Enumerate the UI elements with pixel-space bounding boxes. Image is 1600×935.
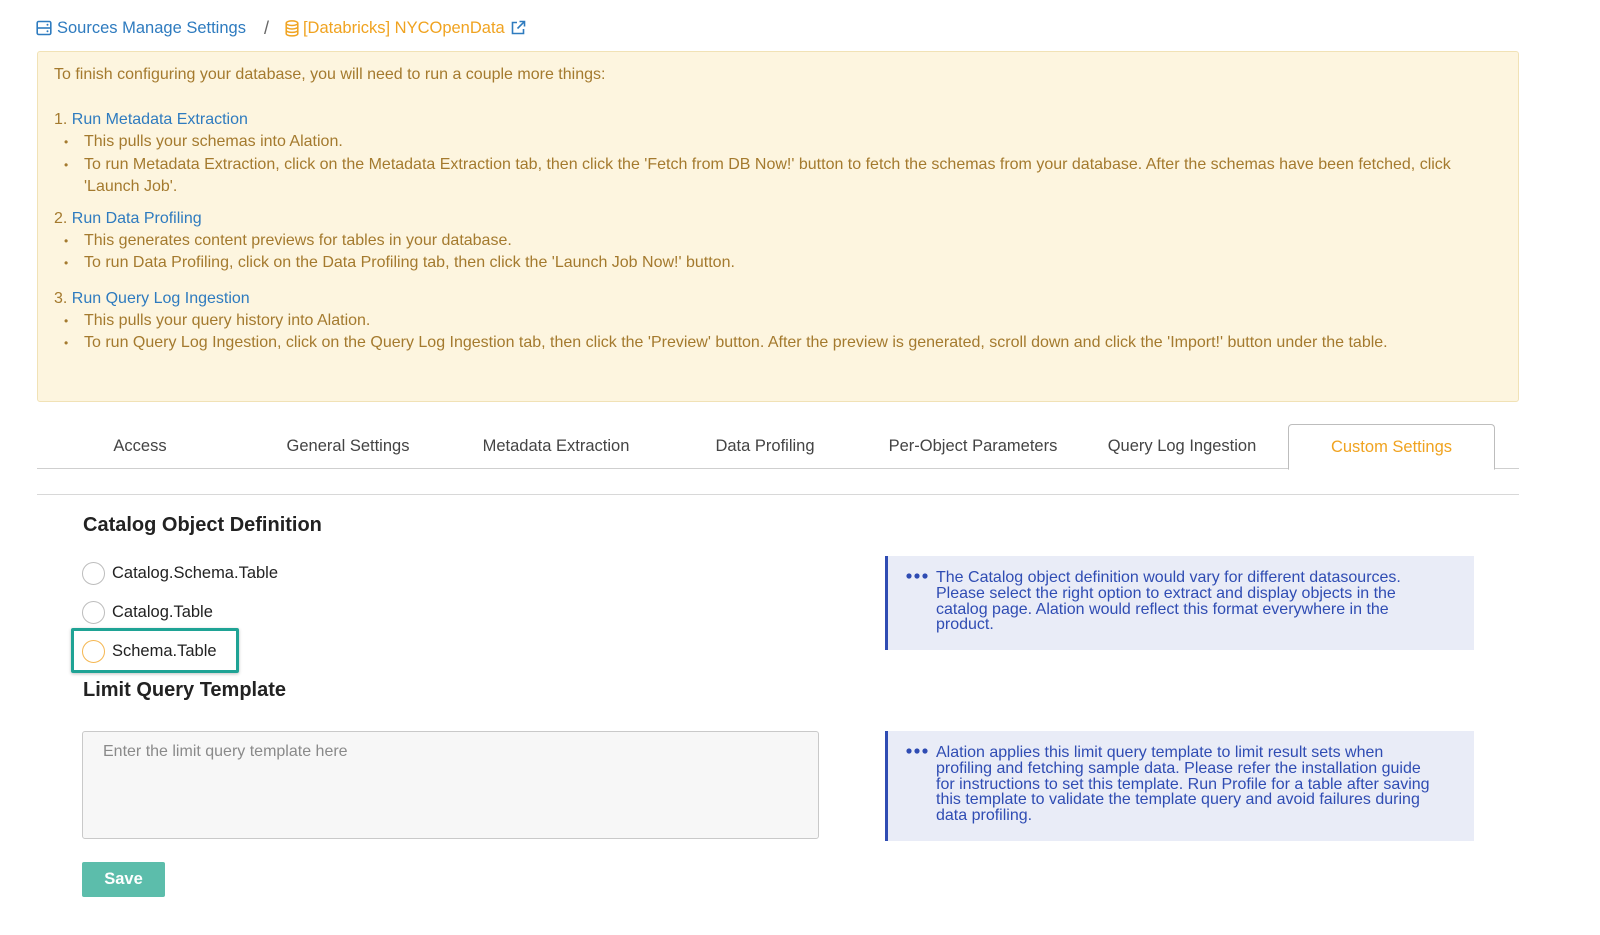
limit-help-text: Alation applies this limit query templat… [936,744,1430,825]
catalog-object-definition-title: Catalog Object Definition [83,514,322,536]
option-catalog-schema-table[interactable]: Catalog.Schema.Table [82,561,278,585]
breadcrumb-sources-link[interactable]: Sources Manage Settings [36,19,246,38]
breadcrumb-current: [Databricks] NYCOpenData [285,19,526,38]
tab-custom-settings[interactable]: Custom Settings [1288,424,1495,470]
list-item: This pulls your schemas into Alation. [54,131,1502,154]
banner-intro: To finish configuring your database, you… [54,66,606,83]
list-item: This generates content previews for tabl… [54,230,1502,253]
breadcrumb-separator: / [263,17,269,38]
option-label: Catalog.Table [112,602,213,621]
ellipsis-icon [906,747,928,755]
step-number: 2. [54,209,68,227]
list-item: To run Metadata Extraction, click on the… [54,154,1502,199]
tab-query-log-ingestion[interactable]: Query Log Ingestion [1092,424,1272,469]
tab-data-profiling[interactable]: Data Profiling [680,424,850,469]
tab-general-settings[interactable]: General Settings [263,424,433,469]
tab-access[interactable]: Access [55,424,225,469]
list-item: This pulls your query history into Alati… [54,310,1502,333]
catalog-help-note: The Catalog object definition would vary… [885,556,1474,650]
limit-query-template-title: Limit Query Template [83,679,287,701]
run-metadata-extraction-link[interactable]: Run Metadata Extraction [72,111,248,128]
ellipsis-icon [906,572,928,580]
step-number: 3. [54,289,68,307]
limit-help-note: Alation applies this limit query templat… [885,731,1474,841]
option-label: Catalog.Schema.Table [112,563,279,582]
tab-metadata-extraction[interactable]: Metadata Extraction [471,424,641,469]
step-data-profiling: 2. Run Data Profiling This generates con… [54,207,1502,275]
external-link-icon[interactable] [510,20,526,36]
list-item: To run Data Profiling, click on the Data… [54,252,1502,275]
server-icon [36,20,52,36]
catalog-help-text: The Catalog object definition would vary… [936,569,1401,634]
settings-tabs: Access General Settings Metadata Extract… [37,424,1519,470]
step-metadata-extraction: 1. Run Metadata Extraction This pulls yo… [54,108,1502,199]
option-catalog-table[interactable]: Catalog.Table [82,600,213,624]
list-item: To run Query Log Ingestion, click on the… [54,332,1502,355]
radio-button[interactable] [82,561,105,585]
run-query-log-ingestion-link[interactable]: Run Query Log Ingestion [72,290,250,307]
breadcrumb-parent-label: Sources Manage Settings [57,18,246,37]
limit-query-template-input[interactable] [82,731,819,839]
breadcrumb: Sources Manage Settings / [Databricks] N… [36,17,526,39]
database-icon [285,19,299,37]
step-query-log-ingestion: 3. Run Query Log Ingestion This pulls yo… [54,287,1502,355]
content-divider [37,494,1519,495]
setup-info-banner: To finish configuring your database, you… [37,51,1519,402]
radio-button[interactable] [82,600,105,624]
run-data-profiling-link[interactable]: Run Data Profiling [72,210,202,227]
tab-per-object-parameters[interactable]: Per-Object Parameters [878,424,1068,469]
highlight-box [71,628,239,673]
breadcrumb-current-label: [Databricks] NYCOpenData [302,18,505,37]
step-number: 1. [54,111,68,128]
save-button[interactable]: Save [82,862,165,897]
